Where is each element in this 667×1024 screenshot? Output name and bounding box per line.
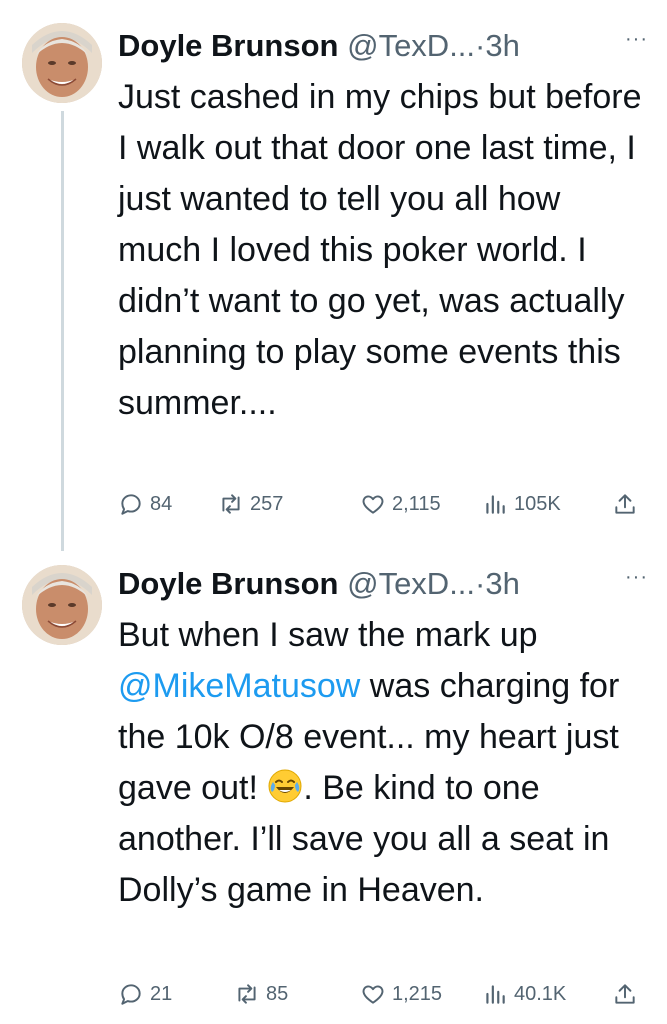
avatar[interactable] [22,23,102,103]
share-icon [615,494,635,514]
share-icon [615,984,635,1004]
heart-icon [362,985,384,1004]
mention-link[interactable]: @MikeMatusow [118,667,360,705]
retweet-count: 257 [250,493,284,515]
views-count: 40.1K [514,983,567,1005]
tweet[interactable]: Doyle Brunson @TexD...·3h ··· Just cashe… [0,20,667,551]
retweet-count: 85 [266,983,289,1005]
separator-dot: · [475,566,486,601]
tweet-text-body: Just cashed in my chips but before I wal… [118,78,642,422]
reply-icon [121,984,141,1005]
reply-count: 21 [150,983,173,1005]
thread-line [61,111,64,551]
views-button[interactable]: 40.1K [482,976,566,1012]
tweet[interactable]: Doyle Brunson @TexD...·3h ··· But when I… [0,562,667,1022]
like-button[interactable]: 1,215 [360,976,442,1012]
display-name[interactable]: Doyle Brunson [118,28,338,63]
views-count: 105K [514,493,561,515]
face-with-tears-of-joy-icon [267,768,303,804]
share-button[interactable] [612,976,644,1012]
like-count: 2,115 [392,493,441,515]
display-name[interactable]: Doyle Brunson [118,566,338,601]
views-icon [486,985,505,1004]
action-bar: 21 85 1,215 40.1K [118,976,648,1012]
reply-icon [121,494,141,515]
retweet-button[interactable]: 257 [218,486,283,522]
reply-count: 84 [150,493,173,515]
separator-dot: · [475,28,486,63]
action-bar: 84 257 2,115 105K [118,486,648,522]
retweet-icon [238,984,256,1004]
user-handle[interactable]: @TexD... [347,28,475,63]
tweet-text: But when I saw the mark up @MikeMatusow … [118,610,648,916]
tweet-header: Doyle Brunson @TexD...·3h ··· [118,562,648,606]
retweet-icon [222,494,240,514]
avatar-photo [22,565,102,645]
tweet-text: Just cashed in my chips but before I wal… [118,72,648,429]
timestamp[interactable]: 3h [485,28,519,63]
tweet-text-body: But when I saw the mark up [118,616,538,654]
reply-button[interactable]: 84 [118,486,172,522]
heart-icon [362,495,384,514]
views-button[interactable]: 105K [482,486,561,522]
more-options-icon[interactable]: ··· [625,562,648,592]
reply-button[interactable]: 21 [118,976,172,1012]
like-button[interactable]: 2,115 [360,486,441,522]
retweet-button[interactable]: 85 [234,976,288,1012]
like-count: 1,215 [392,983,443,1005]
avatar[interactable] [22,565,102,645]
tweet-header: Doyle Brunson @TexD...·3h ··· [118,24,648,68]
timestamp[interactable]: 3h [485,566,519,601]
user-handle[interactable]: @TexD... [347,566,475,601]
more-options-icon[interactable]: ··· [625,24,648,54]
views-icon [486,495,505,514]
share-button[interactable] [612,486,644,522]
avatar-photo [22,23,102,103]
